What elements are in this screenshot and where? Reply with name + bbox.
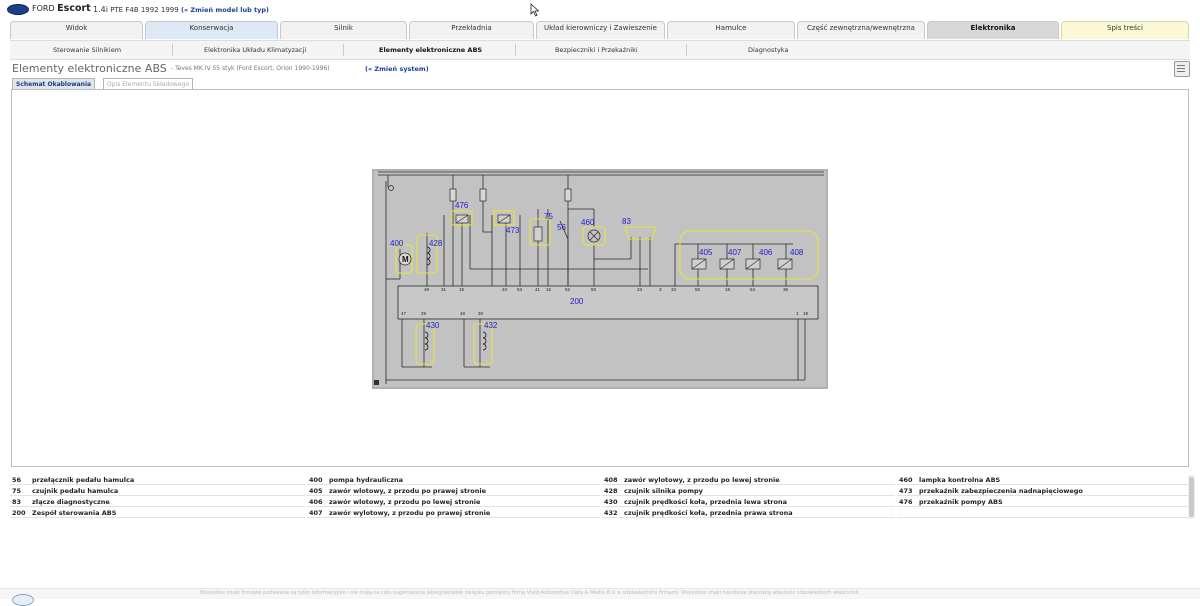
tab-czesc-zewnetrzna[interactable]: Część zewnętrzna/wewnętrzna [797, 21, 925, 39]
label-473: 473 [506, 226, 520, 235]
ford-logo-icon [7, 4, 29, 15]
pin-label: 16 [546, 287, 552, 292]
legend-row: 75 czujnik pedału hamulca 405 zawór wlotow… [10, 486, 1188, 496]
legend-item[interactable]: 428 czujnik silnika pompy [602, 486, 895, 496]
tab-opis-elementu[interactable]: Opis Elementu Składowego [103, 78, 194, 89]
brand-name: FORD [32, 4, 55, 13]
print-icon[interactable] [1174, 61, 1190, 77]
pin-label: 52 [565, 287, 571, 292]
change-model-link[interactable]: (« Zmień model lub typ) [181, 6, 269, 14]
subnav-sterowanie-silnikiem[interactable]: Sterowanie Silnikiem [53, 46, 121, 54]
app-header: FORD Escort 1.4i PTE F4B 1992 1999 (« Zm… [0, 0, 1200, 18]
legend-item[interactable]: 476 przekaźnik pompy ABS [897, 497, 1188, 507]
pin-label: 15 [459, 287, 465, 292]
legend-scrollbar-thumb[interactable] [1189, 477, 1194, 517]
tab-schemat-okablowania[interactable]: Schemat Okablowania [12, 78, 96, 89]
legend-row: 200 Zespół sterowania ABS 407 zawór wyloto… [10, 508, 1188, 518]
change-system-link[interactable]: (« Zmień system) [365, 65, 429, 73]
label-476: 476 [455, 201, 469, 210]
legend-item[interactable]: 406 zawór wlotowy, z przodu po lewej stro… [307, 497, 600, 507]
label-432: 432 [484, 321, 498, 330]
engine-size: 1.4i [93, 5, 108, 14]
label-75: 75 [544, 212, 553, 221]
tab-przekladnia[interactable]: Przekładnia [409, 21, 534, 39]
page-title: Elementy elektroniczne ABS [12, 62, 167, 75]
label-400: 400 [390, 239, 404, 248]
vehicle-brand: FORD Escort [32, 3, 91, 14]
pin-label: 34 [502, 287, 508, 292]
pin-label: 33 [671, 287, 677, 292]
pin-label: 53 [517, 287, 523, 292]
legend-item[interactable]: 432 czujnik prędkości koła, przednia praw… [602, 508, 895, 518]
pin-label: 30 [478, 311, 484, 316]
label-405: 405 [699, 248, 713, 257]
mouse-cursor-icon [530, 3, 540, 17]
legend-item[interactable]: 400 pompa hydrauliczna [307, 475, 600, 485]
svg-text:M: M [402, 255, 409, 264]
tab-elektronika[interactable]: Elektronika [927, 21, 1059, 39]
pin-label: 55 [695, 287, 701, 292]
pin-label: 31 [441, 287, 447, 292]
legend-item[interactable]: 200 Zespół sterowania ABS [10, 508, 305, 518]
tab-widok[interactable]: Widok [10, 21, 143, 39]
pin-label: 54 [750, 287, 756, 292]
tab-uklad-kierowniczy[interactable]: Układ kierowniczy i Zawieszenie [536, 21, 665, 39]
pin-label: 48 [460, 311, 466, 316]
legend-item[interactable]: 56 przełącznik pedału hamulca [10, 475, 305, 485]
label-460: 460 [581, 218, 595, 227]
subnav-divider [686, 44, 687, 56]
pin-label: 41 [535, 287, 541, 292]
tab-hamulce[interactable]: Hamulce [667, 21, 795, 39]
legend-item[interactable]: 405 zawór wlotowy, z przodu po prawej str… [307, 486, 600, 496]
pin-label: 19 [803, 311, 809, 316]
subnav-elementy-abs[interactable]: Elementy elektroniczne ABS [379, 46, 482, 54]
legend-item [897, 508, 1188, 518]
subnav-divider [172, 44, 173, 56]
ground-symbol-icon [374, 380, 379, 385]
pin-label: 23 [637, 287, 643, 292]
sub-navigation: Sterowanie Silnikiem Elektronika Układu … [10, 40, 1190, 60]
tab-spis-tresci[interactable]: Spis treści [1061, 21, 1189, 39]
footer: Wszystkie znaki firmowe podawane są tylk… [0, 588, 1200, 599]
tab-silnik[interactable]: Silnik [280, 21, 407, 39]
legend-item[interactable]: 407 zawór wylotowy, z przodu po prawej st… [307, 508, 600, 518]
legend-item[interactable]: 473 przekaźnik zabezpieczenia nadnapięcio… [897, 486, 1188, 496]
label-408: 408 [790, 248, 804, 257]
system-info: - Teves MK.IV 55 styk (Ford Escort, Orio… [171, 65, 330, 72]
legend-item[interactable]: 408 zawór wylotowy, z przodu po lewej str… [602, 475, 895, 485]
pin-label: 49 [424, 287, 430, 292]
label-56: 56 [557, 223, 566, 232]
engine-info: 1.4i PTE F4B 1992 1999 [93, 5, 179, 14]
footer-logo-icon [12, 594, 34, 606]
engine-code: PTE F4B 1992 1999 [110, 6, 179, 14]
label-430: 430 [426, 321, 440, 330]
subnav-elektronika-klimatyzacji[interactable]: Elektronika Układu Klimatyzacji [204, 46, 306, 54]
label-428: 428 [429, 239, 443, 248]
tab-konserwacja[interactable]: Konserwacja [145, 21, 278, 39]
footer-disclaimer: Wszystkie znaki firmowe podawane są tylk… [200, 590, 859, 596]
legend-item[interactable]: 460 lampka kontrolna ABS [897, 475, 1188, 485]
label-200: 200 [570, 297, 584, 306]
subnav-diagnostyka[interactable]: Diagnostyka [748, 46, 788, 54]
legend-item[interactable]: 75 czujnik pedału hamulca [10, 486, 305, 496]
subnav-divider [343, 44, 344, 56]
wiring-diagram: M 476 400 428 75 56 460 83 473 405 407 4… [372, 169, 828, 389]
pin-label: 18 [725, 287, 731, 292]
legend-item[interactable]: 430 czujnik prędkości koła, przednia lewa… [602, 497, 895, 507]
legend-item[interactable]: 83 złącze diagnostyczne [10, 497, 305, 507]
label-406: 406 [759, 248, 773, 257]
pin-label: 47 [401, 311, 407, 316]
subnav-bezpieczniki[interactable]: Bezpieczniki i Przekaźniki [555, 46, 638, 54]
model-name: Escort [57, 3, 91, 14]
label-83: 83 [622, 217, 631, 226]
pin-label: 29 [421, 311, 427, 316]
legend-row: 83 złącze diagnostyczne 406 zawór wlotowy,… [10, 497, 1188, 507]
label-407: 407 [728, 248, 742, 257]
pin-label: 36 [783, 287, 789, 292]
pin-label: 50 [591, 287, 597, 292]
legend-row: 56 przełącznik pedału hamulca 400 pompa hy… [10, 475, 1188, 485]
subnav-divider [515, 44, 516, 56]
